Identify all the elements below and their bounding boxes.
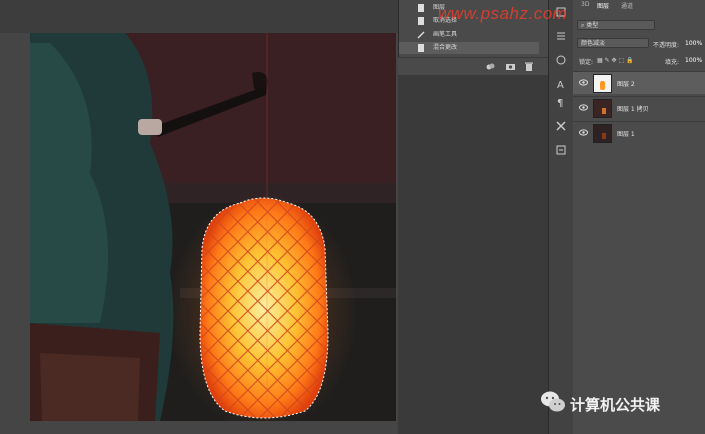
camera-icon[interactable]	[506, 62, 515, 71]
history-item-label: 画笔工具	[433, 31, 458, 38]
export-icon[interactable]	[555, 144, 567, 156]
layer-filter-label: 类型	[586, 22, 599, 29]
visibility-eye-icon[interactable]	[579, 79, 588, 86]
tab-3d[interactable]: 3D	[581, 1, 589, 8]
new-snapshot-icon[interactable]	[486, 62, 495, 71]
lock-label: 锁定:	[579, 59, 594, 66]
document-icon	[418, 44, 424, 52]
wechat-icon	[541, 391, 565, 412]
tools-icon[interactable]	[555, 120, 567, 132]
character-icon[interactable]: A	[555, 78, 567, 90]
properties-icon[interactable]	[555, 30, 567, 42]
layer-row[interactable]: 图层 1	[573, 121, 705, 144]
visibility-eye-icon[interactable]	[579, 129, 588, 136]
tab-layers[interactable]: 图层	[597, 1, 609, 10]
tab-channels[interactable]: 通道	[621, 1, 633, 10]
fill-value[interactable]: 100%	[685, 57, 702, 64]
watermark-text: www.psahz.com	[438, 4, 568, 23]
svg-text:¶: ¶	[557, 98, 563, 108]
document-icon	[418, 17, 424, 25]
layer-thumbnail	[593, 99, 612, 118]
blend-mode-select[interactable]: 颜色减淡	[577, 38, 649, 48]
adjustments-icon[interactable]	[555, 54, 567, 66]
layer-row-active[interactable]: 图层 2	[573, 71, 705, 94]
document-canvas[interactable]	[30, 33, 396, 421]
history-footer	[398, 57, 548, 75]
layer-row[interactable]: 图层 1 拷贝	[573, 96, 705, 119]
visibility-eye-icon[interactable]	[579, 104, 588, 111]
history-item-active[interactable]: 混合更改	[399, 42, 539, 54]
photo-thumbnail-icon	[594, 125, 611, 142]
layer-thumbnail	[593, 124, 612, 143]
blend-mode-value: 颜色减淡	[581, 40, 606, 47]
fill-label: 填充:	[665, 59, 680, 66]
history-item-label: 混合更改	[433, 44, 458, 51]
svg-text:A: A	[557, 80, 564, 90]
options-bar	[0, 0, 398, 33]
opacity-label: 不透明度:	[653, 42, 680, 49]
search-icon: ⌕	[581, 22, 585, 29]
photo-thumbnail-icon	[594, 100, 611, 117]
lock-icons[interactable]: ▦ ✎ ✥ ⬚ 🔒	[597, 57, 634, 64]
panel-dock-empty	[398, 75, 548, 434]
layer-thumbnail	[593, 74, 612, 93]
layer-name: 图层 1	[617, 131, 635, 138]
panel-icon-strip: A ¶	[548, 0, 574, 434]
lantern-thumbnail-icon	[600, 81, 605, 90]
layer-filter-input[interactable]: ⌕ 类型	[577, 20, 655, 30]
canvas-image	[30, 33, 396, 421]
layers-panel: 3D 图层 通道 ⌕ 类型 颜色减淡 不透明度: 100% 锁定: ▦ ✎ ✥ …	[573, 0, 705, 434]
brand-name: 计算机公共课	[570, 396, 661, 414]
layer-name: 图层 2	[617, 81, 635, 88]
opacity-value[interactable]: 100%	[685, 40, 702, 47]
brush-icon	[417, 31, 425, 39]
layer-name: 图层 1 拷贝	[617, 106, 649, 113]
document-icon	[418, 4, 424, 12]
trash-icon[interactable]	[525, 62, 533, 71]
paragraph-icon[interactable]: ¶	[555, 96, 567, 108]
history-item[interactable]: 画笔工具	[399, 29, 539, 41]
